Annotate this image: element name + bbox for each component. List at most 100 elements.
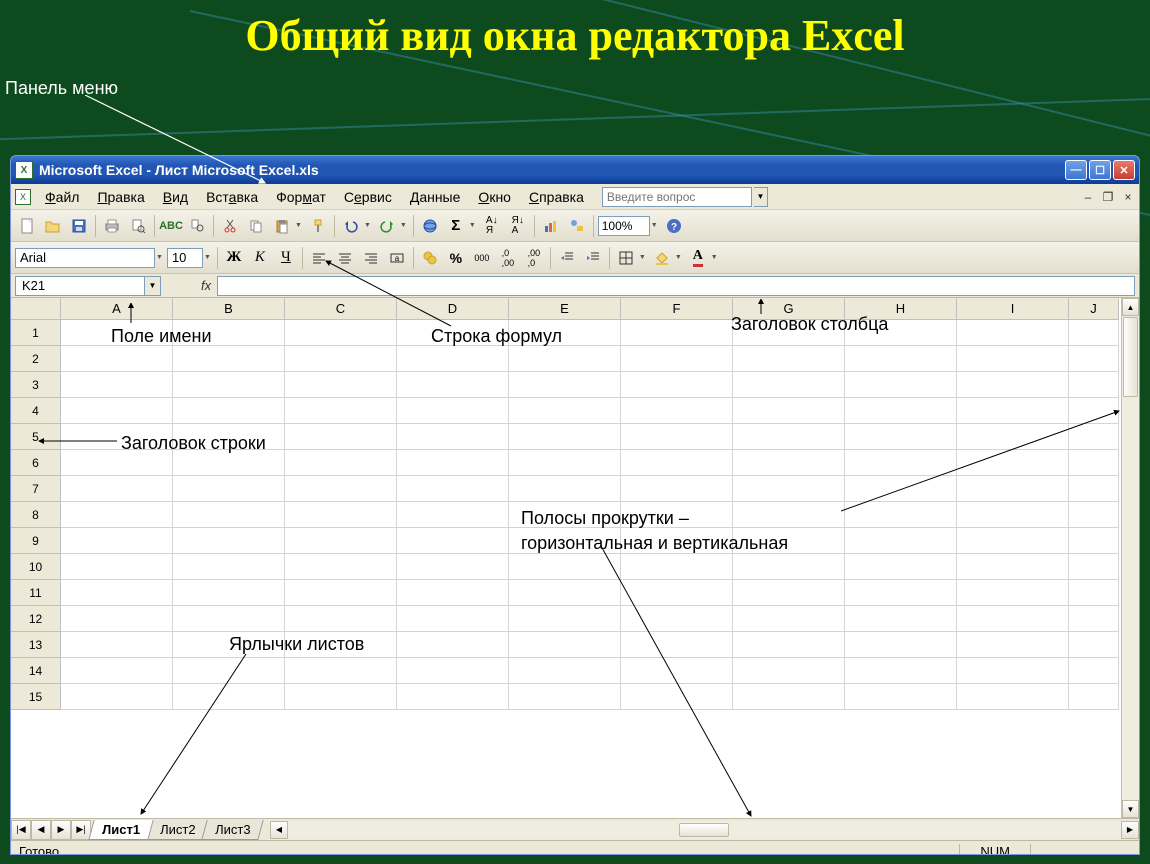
cell[interactable]: [733, 554, 845, 580]
column-header-I[interactable]: I: [957, 298, 1069, 320]
cell[interactable]: [509, 320, 621, 346]
copy-icon[interactable]: [244, 214, 268, 238]
font-name-combobox[interactable]: Arial: [15, 248, 155, 268]
font-size-combobox[interactable]: 10: [167, 248, 203, 268]
cell[interactable]: [621, 606, 733, 632]
cell[interactable]: [1069, 580, 1119, 606]
paste-icon[interactable]: [270, 214, 294, 238]
research-icon[interactable]: [185, 214, 209, 238]
cell[interactable]: [957, 684, 1069, 710]
cell[interactable]: [173, 684, 285, 710]
cell[interactable]: [509, 398, 621, 424]
autosum-icon[interactable]: Σ: [444, 214, 468, 238]
cell[interactable]: [845, 476, 957, 502]
cell[interactable]: [1069, 684, 1119, 710]
cell[interactable]: [173, 580, 285, 606]
cell[interactable]: [61, 502, 173, 528]
help-search-input[interactable]: [602, 187, 752, 207]
cell[interactable]: [845, 424, 957, 450]
cell[interactable]: [733, 580, 845, 606]
cell[interactable]: [173, 372, 285, 398]
cell[interactable]: [733, 632, 845, 658]
fx-icon[interactable]: fx: [201, 278, 211, 293]
decrease-indent-icon[interactable]: [555, 246, 579, 270]
cell[interactable]: [397, 580, 509, 606]
cell[interactable]: [509, 684, 621, 710]
paste-dropdown-icon[interactable]: ▼: [295, 222, 302, 229]
cell[interactable]: [733, 476, 845, 502]
cell[interactable]: [733, 606, 845, 632]
chart-wizard-icon[interactable]: [539, 214, 563, 238]
cell[interactable]: [173, 476, 285, 502]
maximize-button[interactable]: ☐: [1089, 160, 1111, 180]
doc-restore-button[interactable]: ❐: [1101, 190, 1115, 204]
cell[interactable]: [733, 372, 845, 398]
cell[interactable]: [957, 528, 1069, 554]
cell[interactable]: [173, 424, 285, 450]
drawing-icon[interactable]: [565, 214, 589, 238]
row-header-8[interactable]: 8: [11, 502, 61, 528]
merge-center-icon[interactable]: a: [385, 246, 409, 270]
excel-doc-icon[interactable]: X: [15, 189, 31, 205]
cell[interactable]: [957, 320, 1069, 346]
autosum-dropdown-icon[interactable]: ▼: [469, 222, 476, 229]
cell[interactable]: [173, 606, 285, 632]
cell[interactable]: [285, 580, 397, 606]
cell[interactable]: [733, 684, 845, 710]
align-left-icon[interactable]: [307, 246, 331, 270]
column-header-A[interactable]: A: [61, 298, 173, 320]
cell[interactable]: [845, 450, 957, 476]
cell[interactable]: [621, 502, 733, 528]
cell[interactable]: [957, 450, 1069, 476]
cell[interactable]: [845, 606, 957, 632]
cell[interactable]: [173, 502, 285, 528]
cell[interactable]: [621, 580, 733, 606]
cell[interactable]: [509, 658, 621, 684]
cell[interactable]: [285, 606, 397, 632]
cell[interactable]: [1069, 554, 1119, 580]
menu-format[interactable]: Формат: [268, 186, 334, 208]
row-header-4[interactable]: 4: [11, 398, 61, 424]
cell[interactable]: [1069, 632, 1119, 658]
font-name-dropdown-icon[interactable]: ▼: [156, 254, 163, 261]
sheet-tab-1[interactable]: Лист1: [88, 820, 153, 840]
cell[interactable]: [61, 424, 173, 450]
row-header-15[interactable]: 15: [11, 684, 61, 710]
column-header-C[interactable]: C: [285, 298, 397, 320]
menu-file[interactable]: Файл: [37, 186, 87, 208]
cell[interactable]: [285, 398, 397, 424]
cell[interactable]: [397, 606, 509, 632]
cell[interactable]: [509, 580, 621, 606]
cell[interactable]: [1069, 346, 1119, 372]
cell[interactable]: [1069, 606, 1119, 632]
tab-next-icon[interactable]: ▶: [51, 820, 71, 840]
row-header-5[interactable]: 5: [11, 424, 61, 450]
cell[interactable]: [61, 476, 173, 502]
formula-bar[interactable]: [217, 276, 1135, 296]
cell[interactable]: [845, 580, 957, 606]
cell[interactable]: [733, 320, 845, 346]
cell[interactable]: [845, 658, 957, 684]
cell[interactable]: [397, 320, 509, 346]
cell[interactable]: [61, 632, 173, 658]
cell[interactable]: [845, 632, 957, 658]
row-header-12[interactable]: 12: [11, 606, 61, 632]
align-center-icon[interactable]: [333, 246, 357, 270]
cell[interactable]: [509, 372, 621, 398]
minimize-button[interactable]: —: [1065, 160, 1087, 180]
currency-icon[interactable]: [418, 246, 442, 270]
sheet-tab-3[interactable]: Лист3: [202, 820, 265, 840]
font-size-dropdown-icon[interactable]: ▼: [204, 254, 211, 261]
cell[interactable]: [173, 398, 285, 424]
cell[interactable]: [733, 398, 845, 424]
menu-insert[interactable]: Вставка: [198, 186, 266, 208]
menu-edit[interactable]: Правка: [89, 186, 152, 208]
cell[interactable]: [61, 528, 173, 554]
scroll-up-icon[interactable]: ▲: [1122, 298, 1139, 316]
cell[interactable]: [397, 658, 509, 684]
cell[interactable]: [957, 476, 1069, 502]
cell[interactable]: [397, 346, 509, 372]
cell[interactable]: [397, 450, 509, 476]
row-header-9[interactable]: 9: [11, 528, 61, 554]
cell[interactable]: [621, 372, 733, 398]
